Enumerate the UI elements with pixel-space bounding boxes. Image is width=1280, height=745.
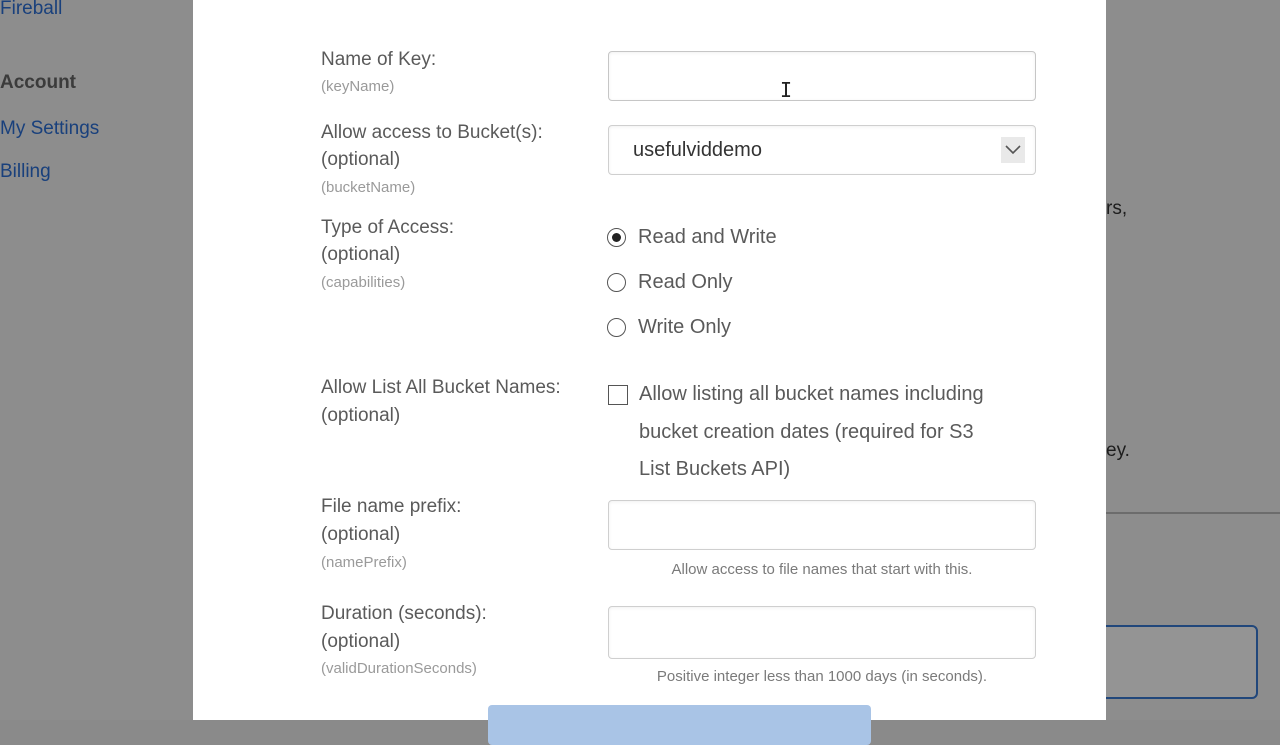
prefix-optional-label: (optional)	[321, 524, 401, 545]
access-type-label: Type of Access:	[321, 217, 455, 238]
radio-label: Read Only	[638, 271, 733, 293]
duration-param: (validDurationSeconds)	[321, 660, 477, 677]
add-key-modal: Name of Key: (keyName) I Allow access to…	[193, 0, 1106, 745]
radio-read-write[interactable]: Read and Write	[607, 226, 777, 249]
radio-label: Read and Write	[638, 226, 777, 248]
duration-optional-label: (optional)	[321, 631, 401, 652]
bucket-selected-value: usefulviddemo	[633, 138, 762, 161]
create-key-button[interactable]	[488, 705, 871, 745]
duration-input[interactable]	[608, 606, 1036, 659]
prefix-param: (namePrefix)	[321, 554, 407, 571]
access-type-optional-label: (optional)	[321, 244, 401, 265]
list-all-checkbox-text[interactable]: Allow listing all bucket names including…	[639, 376, 1039, 489]
list-all-optional-label: (optional)	[321, 405, 401, 426]
list-all-label: Allow List All Bucket Names:	[321, 377, 561, 398]
text-cursor-icon: I	[780, 78, 793, 102]
list-all-text-line: List Buckets API)	[639, 458, 791, 480]
access-type-param: (capabilities)	[321, 274, 406, 291]
radio-write-only[interactable]: Write Only	[607, 316, 731, 339]
list-all-text-line: Allow listing all bucket names including	[639, 383, 984, 405]
radio-label: Write Only	[638, 316, 731, 338]
bucket-label: Allow access to Bucket(s):	[321, 122, 543, 143]
radio-button[interactable]	[607, 318, 626, 337]
prefix-input[interactable]	[608, 500, 1036, 550]
prefix-hint: Allow access to file names that start wi…	[671, 561, 973, 578]
list-all-text-line: bucket creation dates (required for S3	[639, 420, 974, 443]
radio-read-only[interactable]: Read Only	[607, 271, 733, 294]
list-all-checkbox[interactable]	[608, 385, 628, 405]
key-name-input[interactable]	[608, 51, 1036, 101]
bucket-optional-label: (optional)	[321, 149, 401, 170]
duration-label: Duration (seconds):	[321, 603, 487, 624]
key-name-label: Name of Key:	[321, 49, 437, 70]
key-name-param: (keyName)	[321, 78, 395, 95]
chevron-down-icon[interactable]	[1001, 137, 1025, 163]
radio-button-selected[interactable]	[607, 228, 626, 247]
duration-hint: Positive integer less than 1000 days (in…	[656, 668, 988, 685]
radio-button[interactable]	[607, 273, 626, 292]
bucket-select[interactable]: usefulviddemo	[608, 125, 1036, 175]
bucket-param: (bucketName)	[321, 179, 416, 196]
prefix-label: File name prefix:	[321, 496, 462, 517]
